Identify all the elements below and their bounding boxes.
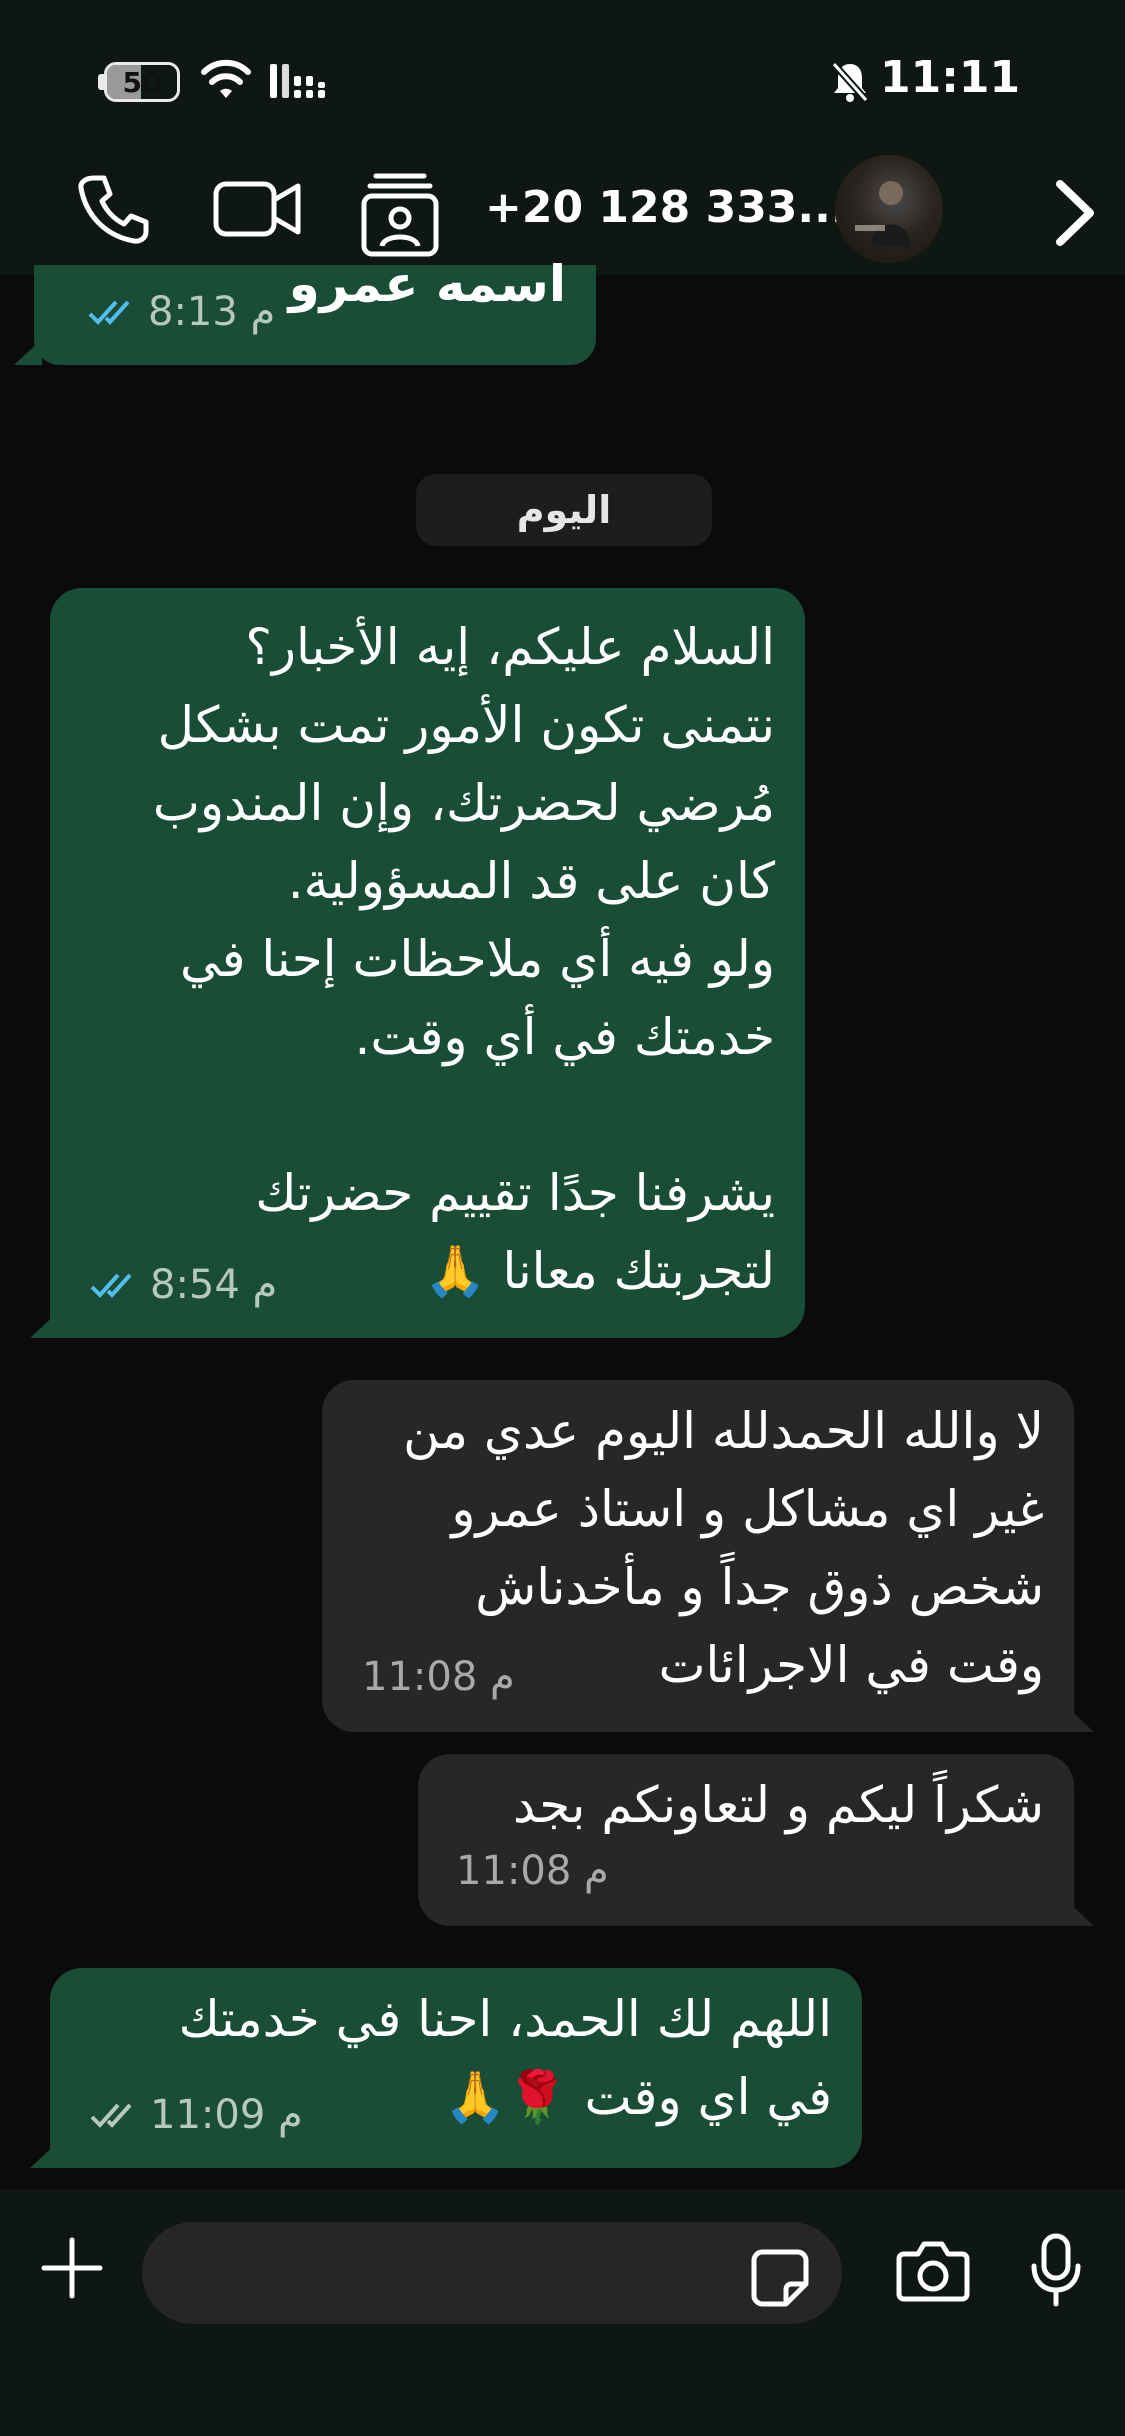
message-bubble[interactable]: لا والله الحمدلله اليوم عدي من غير اي مش… — [322, 1380, 1094, 1732]
message-meta: 8:54 م — [90, 1246, 277, 1324]
message-list[interactable]: اسمه عمرو 8:13 م اليوم السلام عليكم، إيه… — [0, 255, 1125, 2195]
message-time: 11:08 م — [362, 1654, 515, 1700]
clock: 11:11 — [880, 52, 1021, 103]
cellular-signal-icon — [270, 64, 325, 98]
message-meta: 11:08 م — [362, 1638, 515, 1716]
battery-level: 50 — [122, 65, 162, 99]
message-input[interactable] — [142, 2222, 842, 2324]
message-bubble[interactable]: شكراً ليكم و لتعاونكم بجد 11:08 م — [418, 1754, 1094, 1926]
message-meta: 11:09 م — [90, 2076, 303, 2154]
phone-icon[interactable] — [74, 170, 152, 248]
day-separator: اليوم — [416, 474, 712, 546]
double-check-read-icon — [90, 1273, 132, 1298]
double-check-read-icon — [88, 300, 130, 325]
status-bar: 50 11:11 — [0, 0, 1125, 150]
bell-muted-icon — [831, 61, 869, 103]
plus-icon[interactable] — [40, 2236, 104, 2300]
message-meta: 8:13 م — [88, 273, 275, 351]
double-check-delivered-icon — [90, 2103, 132, 2128]
message-bubble[interactable]: اللهم لك الحمد، احنا في خدمتك في اي وقت … — [30, 1968, 862, 2168]
message-time: 11:09 م — [150, 2092, 303, 2138]
camera-icon[interactable] — [896, 2240, 970, 2302]
contact-title[interactable]: +20 128 333... — [485, 182, 848, 233]
message-time: 8:54 م — [150, 1262, 278, 1308]
message-bubble[interactable]: اسمه عمرو 8:13 م — [14, 255, 596, 365]
chevron-right-icon[interactable] — [1052, 178, 1098, 248]
message-text: السلام عليكم، إيه الأخبار؟ نتمنى تكون ال… — [152, 618, 775, 1300]
message-time: 11:08 م — [456, 1848, 609, 1894]
sticker-icon[interactable] — [750, 2248, 810, 2308]
wifi-icon — [201, 59, 251, 98]
message-time: 8:13 م — [148, 289, 276, 335]
battery-icon: 50 — [104, 62, 180, 102]
video-call-icon[interactable] — [212, 170, 304, 248]
avatar-photo — [855, 181, 911, 247]
microphone-icon[interactable] — [1030, 2232, 1082, 2308]
avatar[interactable] — [835, 155, 943, 263]
message-meta: 11:08 م — [456, 1832, 609, 1910]
message-bubble[interactable]: السلام عليكم، إيه الأخبار؟ نتمنى تكون ال… — [30, 588, 805, 1338]
message-text: اسمه عمرو — [288, 255, 566, 313]
